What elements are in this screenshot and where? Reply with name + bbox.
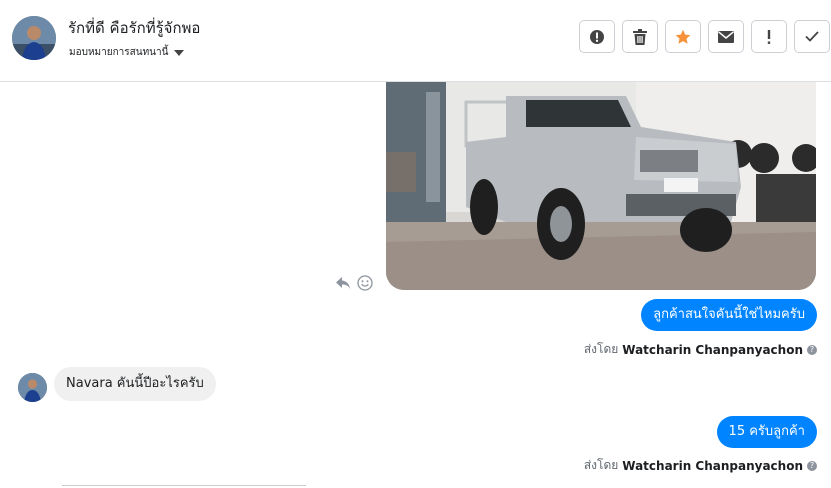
contact-avatar[interactable] bbox=[12, 16, 56, 60]
pickup-truck-photo bbox=[386, 82, 816, 290]
assign-label: มอบหมายการสนทนานี้ bbox=[69, 47, 169, 58]
trash-icon bbox=[633, 28, 647, 45]
sent-by-line: ส่งโดย Watcharin Chanpanyachon ? bbox=[584, 340, 817, 359]
question-icon[interactable]: ? bbox=[807, 344, 817, 355]
star-button[interactable] bbox=[665, 20, 701, 53]
mark-unread-button[interactable] bbox=[708, 20, 744, 53]
outgoing-message-bubble[interactable]: 15 ครับลูกค้า bbox=[716, 416, 817, 448]
contact-name[interactable]: รักที่ดี คือรักที่รู้จักพอ bbox=[68, 16, 200, 40]
sender-name[interactable]: Watcharin Chanpanyachon bbox=[622, 343, 803, 357]
sent-by-label: ส่งโดย bbox=[583, 342, 619, 356]
caret-down-icon bbox=[174, 49, 185, 56]
message-actions bbox=[335, 275, 373, 291]
reply-icon[interactable] bbox=[335, 276, 351, 290]
star-icon bbox=[675, 29, 691, 44]
checkmark-icon bbox=[805, 31, 819, 42]
message-image[interactable] bbox=[386, 82, 816, 290]
question-icon[interactable]: ? bbox=[807, 460, 817, 471]
assign-conversation-dropdown[interactable]: มอบหมายการสนทนานี้ bbox=[69, 45, 185, 60]
conversation-header: รักที่ดี คือรักที่รู้จักพอ มอบหมายการสนท… bbox=[0, 0, 831, 82]
envelope-icon bbox=[718, 30, 734, 43]
report-spam-button[interactable] bbox=[579, 20, 615, 53]
sent-by-line: ส่งโดย Watcharin Chanpanyachon ? bbox=[584, 456, 817, 475]
incoming-message-bubble[interactable]: Navara คันนี้ปีอะไรครับ bbox=[54, 367, 216, 401]
sender-name[interactable]: Watcharin Chanpanyachon bbox=[622, 459, 803, 473]
divider bbox=[62, 485, 306, 486]
outgoing-message-bubble[interactable]: ลูกค้าสนใจคันนี้ใช่ไหมครับ bbox=[641, 299, 817, 331]
contact-avatar-small[interactable] bbox=[18, 373, 47, 402]
emoji-reaction-icon[interactable] bbox=[357, 275, 373, 291]
exclamation-circle-icon bbox=[590, 29, 604, 44]
sent-by-label: ส่งโดย bbox=[583, 458, 619, 472]
follow-up-button[interactable] bbox=[751, 20, 787, 53]
exclamation-icon bbox=[767, 29, 771, 44]
conversation-actions bbox=[579, 20, 830, 53]
delete-button[interactable] bbox=[622, 20, 658, 53]
mark-done-button[interactable] bbox=[794, 20, 830, 53]
